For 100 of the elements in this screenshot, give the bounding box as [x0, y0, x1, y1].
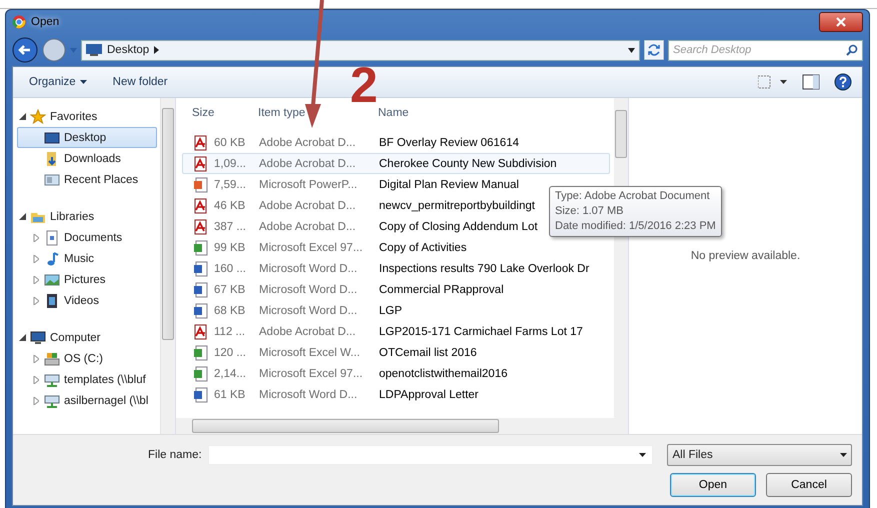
caret-icon — [80, 80, 87, 84]
tooltip-line: Size: 1.07 MB — [555, 204, 624, 219]
file-row[interactable]: 99 KB Microsoft Excel 97... Copy of Activities — [182, 237, 610, 258]
document-file-icon — [193, 302, 208, 318]
close-icon — [836, 17, 846, 27]
view-options-icon[interactable] — [758, 75, 788, 89]
desktop-icon — [86, 44, 102, 56]
size-cell: 7,59... — [214, 178, 246, 190]
breadcrumb-location[interactable]: Desktop — [107, 44, 150, 56]
size-cell: 61 KB — [214, 388, 246, 400]
window-title: Open — [31, 16, 60, 28]
sidebar-item-label: Videos — [64, 294, 99, 306]
name-cell: Inspections results 790 Lake Overlook Dr — [379, 262, 590, 274]
chevron-icon — [154, 46, 160, 54]
spreadsheet-file-icon — [193, 344, 208, 360]
spreadsheet-file-icon — [193, 240, 208, 256]
horizontal-scrollbar[interactable] — [176, 418, 628, 434]
file-row[interactable]: 60 KB Adobe Acrobat D... BF Overlay Review 061614 — [182, 132, 610, 153]
size-cell: 112 ... — [214, 326, 246, 338]
sidebar-item[interactable]: Documents — [17, 227, 157, 248]
sidebar-item[interactable]: asilbernagel (\\bl — [17, 390, 157, 411]
sidebar-item-label: Recent Places — [64, 174, 138, 186]
type-cell-text: Microsoft Excel W... — [259, 346, 361, 358]
pdf-file-icon — [193, 198, 208, 214]
document-icon — [44, 230, 60, 246]
file-row[interactable]: 68 KB Microsoft Word D... LGP — [182, 300, 610, 321]
type-cell-text: Adobe Acrobat D... — [259, 326, 357, 338]
type-cell-text: Adobe Acrobat D... — [259, 136, 357, 148]
type-cell-text: Microsoft Word D... — [259, 388, 358, 400]
name-cell: Cherokee County New Subdivision — [379, 158, 557, 170]
file-name-field[interactable] — [208, 445, 654, 465]
file-row[interactable]: 120 ... Microsoft Excel W... OTCemail list 2016 — [182, 342, 610, 363]
preview-pane-icon[interactable] — [802, 74, 820, 90]
type-cell-text: Microsoft PowerP... — [259, 178, 358, 190]
dropdown-caret-icon — [628, 48, 635, 52]
size-cell: 60 KB — [214, 136, 246, 148]
size-cell: 120 ... — [214, 346, 246, 358]
sidebar-group-label: Favorites — [50, 110, 98, 122]
size-cell: 2,14... — [214, 368, 246, 380]
file-row[interactable]: 1,09... Adobe Acrobat D... Cherokee County New Subdivision — [182, 153, 610, 174]
desktop-icon — [44, 130, 60, 146]
new-folder-button[interactable]: New folder — [106, 73, 174, 91]
pdf-file-icon — [193, 156, 208, 172]
name-cell: LGP — [379, 304, 402, 316]
star-icon — [30, 108, 46, 124]
sidebar-item[interactable]: Downloads — [17, 148, 157, 169]
app-icon — [12, 15, 26, 29]
drive-icon — [44, 350, 60, 366]
name-cell: Digital Plan Review Manual — [379, 178, 519, 190]
sidebar-group[interactable]: Favorites — [17, 106, 157, 127]
file-type-dropdown[interactable]: All Files — [667, 444, 852, 466]
size-cell: 46 KB — [214, 200, 246, 212]
scrollbar[interactable] — [160, 98, 175, 434]
tooltip-line: Date modified: 1/5/2016 2:23 PM — [555, 219, 716, 234]
name-cell: Copy of Activities — [379, 242, 467, 254]
size-cell: 99 KB — [214, 242, 246, 254]
sidebar-group[interactable]: Libraries — [17, 206, 157, 227]
size-cell: 67 KB — [214, 284, 246, 296]
sidebar-item-label: Documents — [64, 232, 122, 244]
document-file-icon — [193, 282, 208, 298]
sidebar-item-label: asilbernagel (\\bl — [64, 394, 148, 406]
dropdown-caret-icon — [639, 453, 646, 457]
sidebar-item-label: Pictures — [64, 274, 106, 286]
sidebar-item[interactable]: Recent Places — [17, 169, 157, 190]
sidebar-group[interactable]: Computer — [17, 327, 157, 348]
file-row[interactable]: 67 KB Microsoft Word D... Commercial PRapproval — [182, 279, 610, 300]
sidebar-item-label: Desktop — [64, 132, 106, 144]
column-header[interactable]: Name — [378, 107, 614, 119]
film-icon — [44, 292, 60, 308]
sidebar-item[interactable]: Music — [17, 248, 157, 269]
network-drive-icon — [44, 392, 60, 408]
name-cell: LGP2015-171 Carmichael Farms Lot 17 — [379, 326, 583, 338]
name-cell: newcv_permitreportbybuildingt — [379, 200, 535, 212]
column-header[interactable]: Item type — [258, 107, 378, 119]
sidebar-group-label: Computer — [50, 332, 100, 344]
organize-menu-button[interactable]: Organize — [23, 73, 93, 91]
sidebar-item[interactable]: Videos — [17, 290, 157, 311]
address-bar[interactable]: Desktop — [81, 40, 640, 60]
refresh-icon[interactable] — [644, 40, 664, 60]
column-header[interactable]: Size — [182, 107, 258, 119]
sidebar-item[interactable]: Pictures — [17, 269, 157, 290]
type-cell-text: Microsoft Word D... — [259, 304, 358, 316]
type-cell-text: Microsoft Word D... — [259, 262, 358, 274]
file-row[interactable]: 160 ... Microsoft Word D... Inspections results 790 Lake Overlook Dr — [182, 258, 610, 279]
search-field[interactable]: Search Desktop — [668, 40, 863, 60]
open-button[interactable]: Open — [670, 473, 756, 497]
close-button[interactable] — [819, 12, 863, 32]
file-row[interactable]: 2,14... Microsoft Excel 97... openotclistwithemail2016 — [182, 363, 610, 384]
help-icon[interactable] — [834, 73, 852, 91]
size-cell: 68 KB — [214, 304, 246, 316]
sidebar-item-label: Downloads — [64, 152, 121, 164]
sidebar-item[interactable]: Desktop — [17, 127, 157, 148]
dropdown-caret-icon — [70, 48, 77, 52]
sidebar-item[interactable]: templates (\\bluf — [17, 369, 157, 390]
file-row[interactable]: 112 ... Adobe Acrobat D... LGP2015-171 Carmichael Farms Lot 17 — [182, 321, 610, 342]
file-row[interactable]: 61 KB Microsoft Word D... LDPApproval Letter — [182, 384, 610, 405]
name-cell: Copy of Closing Addendum Lot — [379, 220, 538, 232]
sidebar-item[interactable]: OS (C:) — [17, 348, 157, 369]
name-cell: openotclistwithemail2016 — [379, 368, 508, 380]
cancel-button[interactable]: Cancel — [766, 473, 852, 497]
